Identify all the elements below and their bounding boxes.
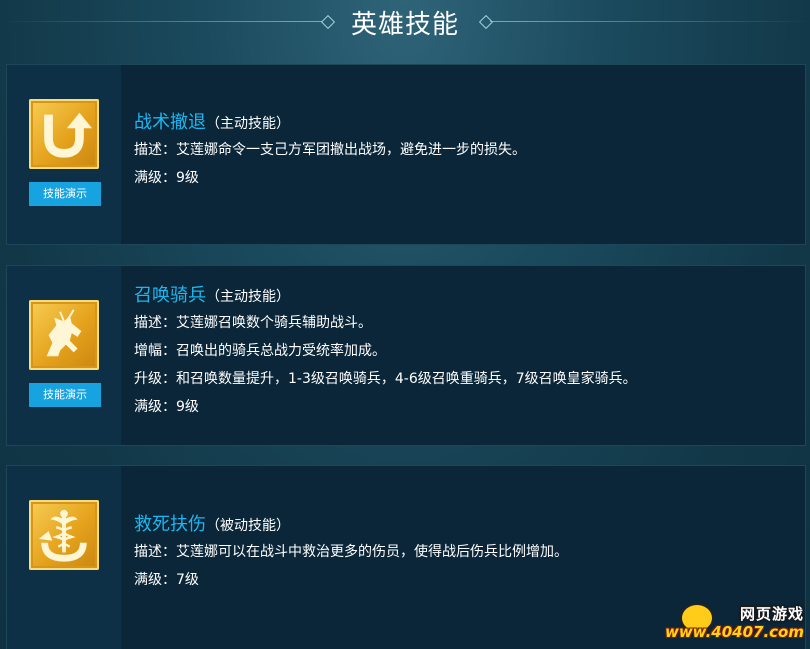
skill-demo-button[interactable]: 技能演示 (29, 182, 101, 206)
skill-info: 召唤骑兵（主动技能） 描述：艾莲娜召唤数个骑兵辅助战斗。 增幅：召唤出的骑兵总战… (134, 283, 795, 421)
header-divider-right (490, 21, 810, 22)
section-title: 英雄技能 (350, 10, 459, 40)
page: 英雄技能 技能演示 战术撤退（主动技能） 描述：艾莲娜命令一支己方军团撤出战场，… (0, 0, 810, 649)
skill-max-level: 满级：7级 (134, 572, 199, 588)
skill-info: 救死扶伤（被动技能） 描述：艾莲娜可以在战斗中救治更多的伤员，使得战后伤兵比例增… (134, 512, 795, 594)
skill-upgrade: 升级：和召唤数量提升，1-3级召唤骑兵，4-6级召唤重骑兵，7级召唤皇家骑兵。 (134, 371, 637, 387)
skill-description: 描述：艾莲娜可以在战斗中救治更多的伤员，使得战后伤兵比例增加。 (134, 544, 568, 560)
skill-title-row: 召唤骑兵（主动技能） (134, 283, 795, 309)
horse-icon (29, 300, 99, 370)
skill-name: 召唤骑兵 (134, 285, 206, 306)
skill-type: （主动技能） (206, 116, 290, 132)
watermark-title: 网页游戏 (739, 605, 804, 623)
skill-amplify: 增幅：召唤出的骑兵总战力受统率加成。 (134, 343, 386, 359)
skill-type: （被动技能） (206, 518, 290, 534)
site-watermark: 网页游戏 www.40407.com (665, 601, 806, 647)
skill-title-row: 救死扶伤（被动技能） (134, 512, 795, 538)
section-header: 英雄技能 (0, 0, 810, 44)
skill-max-level: 满级：9级 (134, 170, 199, 186)
skill-name: 救死扶伤 (134, 514, 206, 535)
skill-title-row: 战术撤退（主动技能） (134, 110, 795, 136)
skill-name: 战术撤退 (134, 112, 206, 133)
skill-card-tactical-retreat: 技能演示 战术撤退（主动技能） 描述：艾莲娜命令一支己方军团撤出战场，避免进一步… (6, 64, 806, 245)
caduceus-icon (29, 500, 99, 570)
skill-description: 描述：艾莲娜命令一支己方军团撤出战场，避免进一步的损失。 (134, 142, 526, 158)
skill-type: （主动技能） (206, 289, 290, 305)
watermark-url: www.40407.com (664, 623, 804, 641)
skill-demo-button[interactable]: 技能演示 (29, 383, 101, 407)
skill-info: 战术撤退（主动技能） 描述：艾莲娜命令一支己方军团撤出战场，避免进一步的损失。 … (134, 110, 795, 192)
skill-description: 描述：艾莲娜召唤数个骑兵辅助战斗。 (134, 315, 372, 331)
u-turn-arrow-icon (29, 99, 99, 169)
skill-max-level: 满级：9级 (134, 399, 199, 415)
skill-card-summon-cavalry: 技能演示 召唤骑兵（主动技能） 描述：艾莲娜召唤数个骑兵辅助战斗。 增幅：召唤出… (6, 265, 806, 446)
